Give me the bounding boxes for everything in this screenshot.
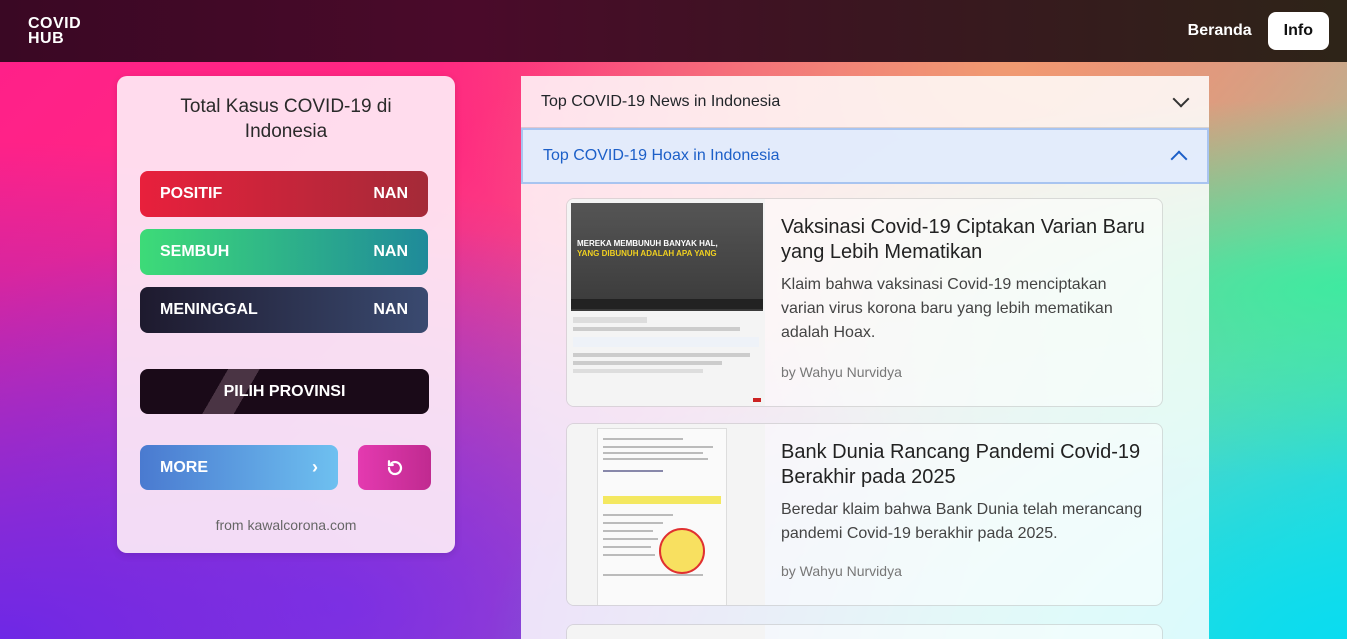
stat-meninggal-value: NAN [373,301,408,318]
reset-button[interactable] [358,445,431,490]
navbar: COVID HUB Beranda Info [0,0,1347,62]
nav-link-beranda[interactable]: Beranda [1188,22,1252,40]
refresh-icon [387,459,402,475]
hoax-card[interactable]: MEREKA MEMBUNUH BANYAK HAL, YANG DIBUNUH… [566,198,1163,407]
case-summary-card: Total Kasus COVID-19 di Indonesia POSITI… [117,76,455,553]
nav-links: Beranda Info [1188,12,1329,50]
hoax-description: Klaim bahwa vaksinasi Covid-19 menciptak… [781,276,1113,341]
hoax-title[interactable]: Bank Dunia Rancang Pandemi Covid-19 Bera… [781,440,1146,490]
stat-positif: POSITIF NAN [140,171,428,217]
hoax-thumbnail [567,625,765,639]
more-button-label: MORE [160,458,208,476]
stat-sembuh-value: NAN [373,243,408,260]
hoax-card-body: Vaksinasi Covid-19 Ciptakan Varian Baru … [765,199,1162,406]
thumbnail-caption: MEREKA MEMBUNUH BANYAK HAL, YANG DIBUNUH… [577,239,718,258]
info-button[interactable]: Info [1267,12,1329,50]
data-source-text: from kawalcorona.com [215,517,357,533]
stat-meninggal-label: MENINGGAL [160,301,258,318]
hoax-thumbnail: MEREKA MEMBUNUH BANYAK HAL, YANG DIBUNUH… [567,199,765,406]
pilih-provinsi-button[interactable]: PILIH PROVINSI [140,369,429,414]
logo-line-2: HUB [28,30,65,47]
stat-sembuh-label: SEMBUH [160,243,230,260]
hoax-description: Beredar klaim bahwa Bank Dunia telah mer… [781,501,1143,542]
stat-sembuh: SEMBUH NAN [140,229,428,275]
chevron-down-icon [1172,90,1190,107]
accordion-header-news[interactable]: Top COVID-19 News in Indonesia [521,76,1209,128]
hoax-title[interactable]: Vaksinasi Covid-19 Ciptakan Varian Baru … [781,215,1146,265]
video-controls [571,299,763,309]
covid-hub-logo[interactable]: COVID HUB [28,15,82,47]
hoax-author: by Wahyu Nurvidya [781,364,902,380]
document-image [597,428,727,605]
hoax-card[interactable] [566,624,1163,639]
accordion-news-label: Top COVID-19 News in Indonesia [541,92,781,110]
chevron-up-icon [1170,150,1188,168]
highlight-circle [659,528,705,574]
more-button[interactable]: MORE › [140,445,338,490]
accordion-hoax-label: Top COVID-19 Hoax in Indonesia [543,147,780,164]
hoax-card[interactable]: Bank Dunia Rancang Pandemi Covid-19 Bera… [566,423,1163,606]
logo-line-1: COVID [28,15,82,32]
subscribe-badge [753,398,761,402]
summary-title: Total Kasus COVID-19 di Indonesia [180,96,392,142]
news-accordion: Top COVID-19 News in Indonesia Top COVID… [521,76,1209,639]
chevron-right-icon: › [312,457,318,477]
accordion-header-hoax[interactable]: Top COVID-19 Hoax in Indonesia [521,128,1209,184]
stat-positif-value: NAN [373,185,408,202]
hoax-thumbnail [567,424,765,605]
highlight-bar [603,496,721,504]
stat-positif-label: POSITIF [160,185,223,202]
stat-meninggal: MENINGGAL NAN [140,287,428,333]
hoax-author: by Wahyu Nurvidya [781,563,902,579]
hoax-card-body: Bank Dunia Rancang Pandemi Covid-19 Bera… [765,424,1162,605]
thumbnail-text-lines [573,315,759,377]
